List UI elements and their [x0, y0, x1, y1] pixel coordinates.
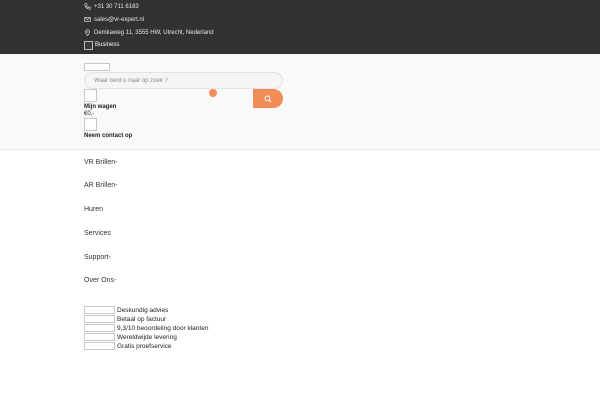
phone-icon — [84, 3, 91, 10]
usp-list: Deskundig advies Betaal op factuur 9,3/1… — [0, 292, 600, 400]
search-icon — [264, 94, 272, 103]
phone-line[interactable]: +31 30 711 6183 — [84, 3, 139, 10]
contact-icon[interactable] — [84, 118, 97, 131]
search-button[interactable] — [253, 89, 283, 108]
email-address: sales@vr-expert.nl — [94, 16, 145, 23]
usp-icon — [84, 342, 115, 350]
top-bar: +31 30 711 6183 sales@vr-expert.nl Demka… — [0, 0, 600, 54]
usp-item: Betaal op factuur — [84, 315, 166, 323]
nav-item-over-ons[interactable]: Over Ons- — [84, 277, 116, 284]
cart-amount: €0,- — [84, 111, 95, 117]
contact-label[interactable]: Neem contact op — [84, 133, 132, 139]
address-line: Demkaweg 11, 3555 HW, Utrecht, Nederland — [84, 29, 214, 36]
mail-icon — [84, 17, 91, 22]
usp-icon — [84, 324, 115, 332]
orange-dot — [209, 89, 217, 97]
usp-icon — [84, 306, 115, 314]
usp-label: Gratis proefservice — [117, 342, 172, 350]
email-line[interactable]: sales@vr-expert.nl — [84, 16, 144, 23]
address-text: Demkaweg 11, 3555 HW, Utrecht, Nederland — [94, 29, 214, 36]
cart-label[interactable]: Mijn wagen — [84, 104, 116, 110]
usp-item: Gratis proefservice — [84, 342, 172, 350]
nav-item-ar-brillen[interactable]: AR Brillen- — [84, 182, 117, 189]
phone-number: +31 30 711 6183 — [94, 3, 139, 10]
location-icon — [85, 29, 90, 36]
usp-icon — [84, 333, 115, 341]
usp-label: 9,3/10 beoordeling door klanten — [117, 324, 209, 332]
usp-item: 9,3/10 beoordeling door klanten — [84, 324, 208, 332]
main-nav: VR Brillen- AR Brillen- Huren Services S… — [0, 150, 600, 292]
usp-item: Wereldwijde levering — [84, 333, 177, 341]
usp-item: Deskundig advies — [84, 306, 168, 314]
nav-item-services[interactable]: Services — [84, 230, 111, 237]
nav-item-vr-brillen[interactable]: VR Brillen- — [84, 159, 117, 166]
nav-item-support[interactable]: Support- — [84, 254, 111, 261]
usp-label: Wereldwijde levering — [117, 333, 177, 341]
header: Mijn wagen €0,- Neem contact op — [0, 54, 600, 150]
logo[interactable] — [84, 63, 110, 71]
usp-label: Deskundig advies — [117, 306, 169, 314]
business-toggle[interactable] — [84, 41, 93, 50]
search-input[interactable] — [84, 72, 283, 89]
business-label[interactable]: Business — [95, 42, 119, 48]
usp-label: Betaal op factuur — [117, 315, 167, 323]
cart-icon[interactable] — [84, 89, 97, 102]
usp-icon — [84, 315, 115, 323]
nav-item-huren[interactable]: Huren — [84, 206, 103, 213]
